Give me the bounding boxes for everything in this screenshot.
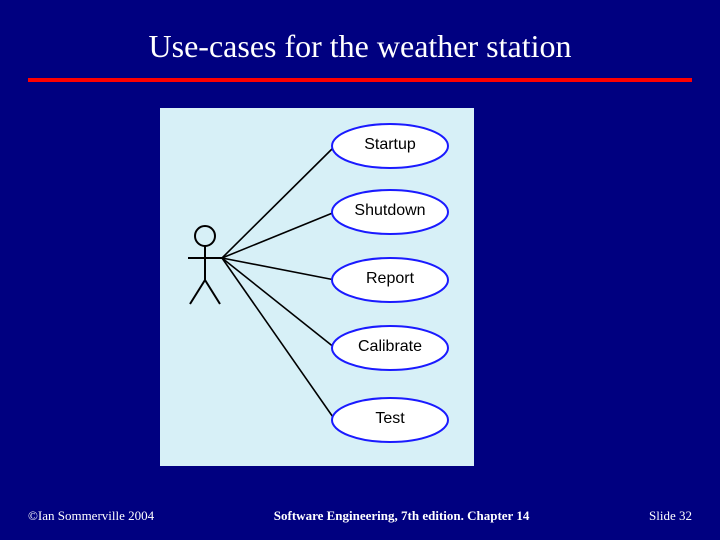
title-rule [28,78,692,82]
footer-copyright: ©Ian Sommerville 2004 [28,508,154,524]
association-lines [222,146,335,420]
use-case-startup: Startup [335,136,445,154]
use-case-report: Report [335,270,445,288]
use-case-shutdown: Shutdown [335,202,445,220]
footer-book-chapter: Software Engineering, 7th edition. Chapt… [274,508,530,524]
use-case-calibrate: Calibrate [335,338,445,356]
slide: Use-cases for the weather station [0,0,720,540]
actor-icon [188,226,222,304]
slide-title: Use-cases for the weather station [0,28,720,65]
use-case-test: Test [335,410,445,428]
footer-slide-number: Slide 32 [649,508,692,524]
use-case-diagram: Startup Shutdown Report Calibrate Test [160,108,474,466]
footer: ©Ian Sommerville 2004 Software Engineeri… [28,508,692,524]
